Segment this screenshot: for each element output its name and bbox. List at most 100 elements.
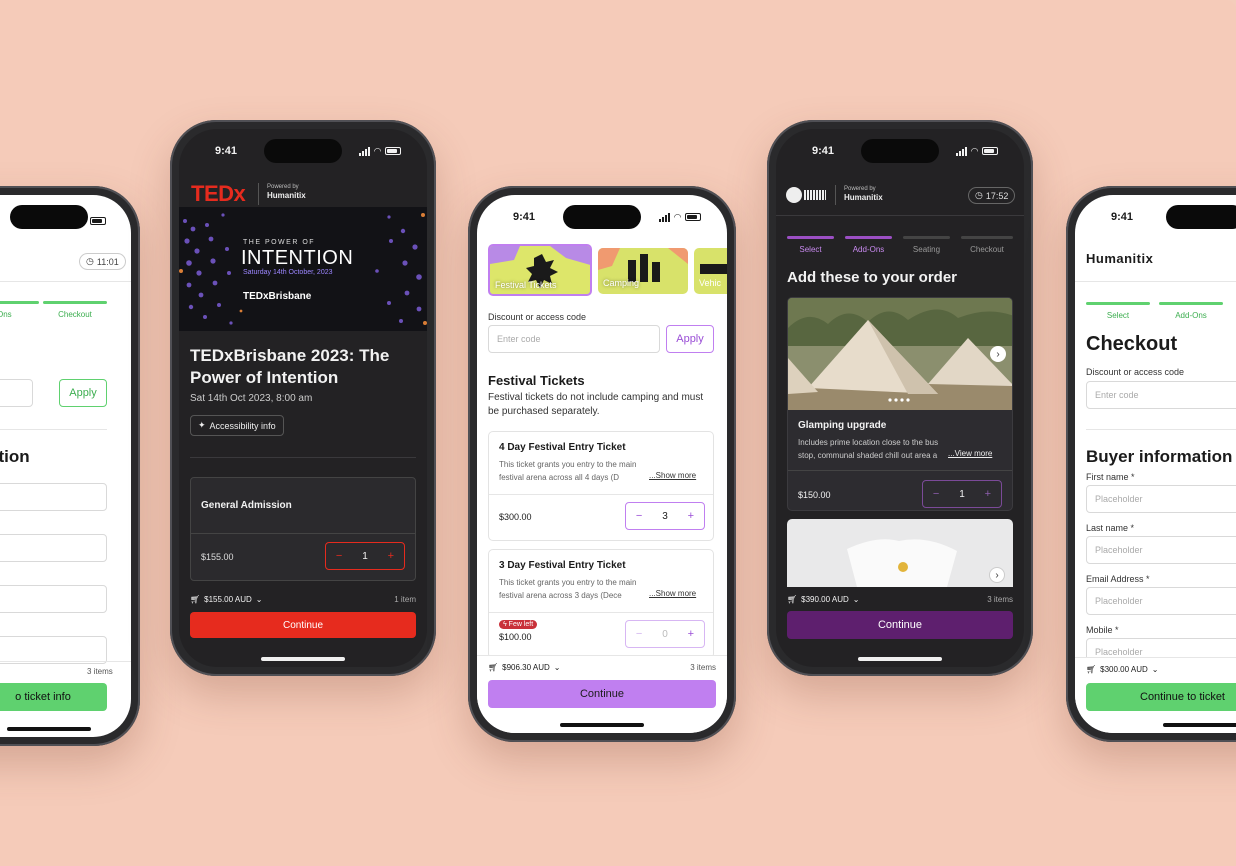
carousel-next-icon[interactable]: ›	[990, 346, 1006, 362]
event-date: Sat 14th Oct 2023, 8:00 am	[190, 393, 313, 404]
banner-kicker: THE POWER OF	[243, 239, 316, 246]
dynamic-island	[264, 139, 342, 163]
field-input[interactable]	[0, 585, 107, 613]
step-addons: Ons	[0, 301, 39, 319]
field-input[interactable]	[0, 636, 107, 664]
category-festival[interactable]: Festival Tickets	[488, 244, 592, 296]
discount-input[interactable]: Enter code	[488, 325, 660, 353]
category-camping[interactable]: Camping	[598, 248, 688, 294]
signal-icon	[956, 146, 968, 156]
ticket-name: 4 Day Festival Entry Ticket	[499, 442, 626, 453]
addon-price: $150.00	[798, 490, 831, 500]
header-divider-v	[258, 183, 259, 205]
step-bar	[0, 301, 39, 304]
phone-checkout-right: 9:41 Humanitix Select Add-Ons Checkout D…	[1066, 186, 1236, 742]
quantity-stepper[interactable]: − 3 +	[625, 502, 705, 530]
banner-date: Saturday 14th October, 2023	[243, 269, 333, 276]
addon-card-next: ›	[787, 519, 1013, 587]
ticket-divider	[191, 533, 415, 534]
apply-button[interactable]: Apply	[59, 379, 107, 407]
header-divider	[1075, 281, 1236, 282]
tshirt-photo	[847, 539, 957, 587]
items-count: 3 items	[87, 667, 113, 676]
continue-button[interactable]: Continue	[190, 612, 416, 638]
battery-icon	[385, 147, 401, 155]
first-name-field[interactable]: Placeholder	[1086, 485, 1236, 513]
ticket-name: 3 Day Festival Entry Ticket	[499, 560, 626, 571]
chevron-down-icon: ⌄	[1151, 665, 1159, 674]
chevron-down-icon: ⌄	[852, 595, 860, 604]
section-title: ation	[0, 447, 30, 466]
ticket-price: $100.00	[499, 632, 532, 642]
discount-input[interactable]	[0, 379, 33, 407]
field-input[interactable]	[0, 483, 107, 511]
clock-icon: ◷	[975, 190, 983, 200]
ticket-price: $300.00	[499, 512, 532, 522]
cart-summary[interactable]: 🛒︎ $906.30 AUD ⌄	[488, 663, 560, 672]
email-field[interactable]: Placeholder	[1086, 587, 1236, 615]
step-addons[interactable]: Add-Ons	[845, 236, 892, 254]
cart-icon: 🛒︎	[787, 595, 798, 604]
step-seating[interactable]: Seating	[903, 236, 950, 254]
mockup-canvas: ◠ ◷11:01 Ons Checkout Apply ation	[0, 0, 1236, 866]
ticket-desc: This ticket grants you entry to the main…	[499, 578, 637, 600]
step-select[interactable]: Select	[1086, 302, 1150, 320]
dynamic-island	[1166, 205, 1236, 229]
quantity-stepper[interactable]: − 1 +	[922, 480, 1002, 508]
step-checkout[interactable]: Checkout	[43, 301, 107, 319]
timer-badge: ◷ 11:01	[79, 253, 126, 270]
step-addons[interactable]: Add-Ons	[1159, 302, 1223, 320]
lightning-icon: ϟ	[503, 621, 507, 628]
step-bar	[1159, 302, 1223, 305]
section-title: Buyer information	[1086, 447, 1233, 466]
show-more-link[interactable]: ...Show more	[649, 471, 696, 480]
cart-summary[interactable]: 🛒︎ $390.00 AUD ⌄	[787, 595, 859, 604]
items-count: 1 item	[394, 595, 416, 604]
header-divider	[776, 215, 1024, 216]
last-name-field[interactable]: Placeholder	[1086, 536, 1236, 564]
step-checkout[interactable]: Checkout	[961, 236, 1013, 254]
footer-divider	[0, 661, 131, 662]
minus-icon[interactable]: −	[336, 550, 342, 562]
continue-button[interactable]: Continue to ticket	[1086, 683, 1236, 711]
ticket-divider	[489, 494, 713, 495]
field-input[interactable]	[0, 534, 107, 562]
dynamic-island	[563, 205, 641, 229]
category-vehicle[interactable]: Vehic	[694, 248, 727, 294]
step-select[interactable]: Select	[787, 236, 834, 254]
plus-icon[interactable]: +	[985, 488, 991, 500]
continue-button[interactable]: o ticket info	[0, 683, 107, 711]
cart-summary[interactable]: 🛒︎ $155.00 AUD ⌄	[190, 595, 262, 604]
plus-icon[interactable]: +	[688, 628, 694, 640]
show-more-link[interactable]: ...Show more	[649, 589, 696, 598]
tedx-logo: TEDx	[191, 181, 246, 206]
carousel-next-icon[interactable]: ›	[989, 567, 1005, 583]
dynamic-island	[861, 139, 939, 163]
discount-input[interactable]: Enter code	[1086, 381, 1236, 409]
quantity-stepper[interactable]: − 1 +	[325, 542, 405, 570]
ticket-name: General Admission	[201, 500, 292, 511]
minus-icon[interactable]: −	[636, 510, 642, 522]
minus-icon[interactable]: −	[933, 488, 939, 500]
quantity-stepper[interactable]: − 0 +	[625, 620, 705, 648]
continue-button[interactable]: Continue	[787, 611, 1013, 639]
mobile-label: Mobile *	[1086, 625, 1119, 635]
accessibility-icon: ✦	[198, 420, 206, 430]
accessibility-button[interactable]: ✦ Accessibility info	[190, 415, 284, 436]
continue-button[interactable]: Continue	[488, 680, 716, 708]
phone-addons: 9:41 ◠ Powered by Humanitix ◷ 17:52 Selec…	[767, 120, 1033, 676]
plus-icon[interactable]: +	[688, 510, 694, 522]
signal-icon	[359, 146, 371, 156]
apply-button[interactable]: Apply	[666, 325, 714, 353]
plus-icon[interactable]: +	[388, 550, 394, 562]
email-label: Email Address *	[1086, 574, 1150, 584]
cart-summary[interactable]: 🛒︎ $300.00 AUD ⌄	[1086, 665, 1158, 674]
cart-icon: 🛒︎	[488, 663, 499, 672]
phone-festival-tickets: 9:41 ◠ Festival Tickets Camping Vehic Di…	[468, 186, 736, 742]
view-more-link[interactable]: ...View more	[948, 449, 992, 458]
section-divider	[1086, 429, 1236, 430]
minus-icon[interactable]: −	[636, 628, 642, 640]
chevron-down-icon: ⌄	[255, 595, 263, 604]
cart-icon: 🛒︎	[190, 595, 201, 604]
home-indicator	[560, 723, 644, 727]
